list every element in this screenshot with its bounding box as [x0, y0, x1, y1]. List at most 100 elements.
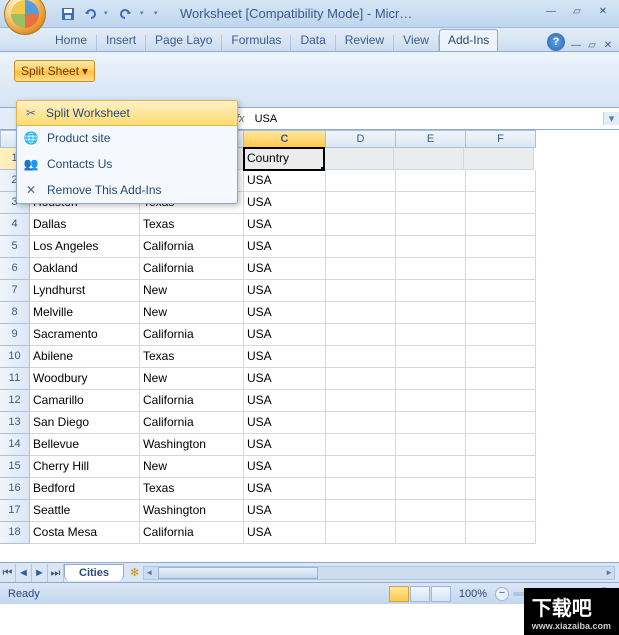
column-header-f[interactable]: F [466, 130, 536, 148]
cell[interactable] [466, 324, 536, 346]
cell[interactable]: Sacramento [30, 324, 140, 346]
cell[interactable]: California [140, 324, 244, 346]
cell[interactable]: New [140, 302, 244, 324]
cell[interactable]: California [140, 412, 244, 434]
cell[interactable]: USA [244, 412, 326, 434]
cell[interactable]: Washington [140, 500, 244, 522]
workbook-restore-button[interactable]: ▱ [585, 40, 599, 51]
tab-home[interactable]: Home [46, 29, 96, 51]
row-header[interactable]: 11 [0, 368, 30, 390]
cell[interactable] [396, 214, 466, 236]
cell[interactable]: Bedford [30, 478, 140, 500]
tab-add-ins[interactable]: Add-Ins [439, 29, 498, 51]
cell[interactable] [396, 170, 466, 192]
cell[interactable] [396, 390, 466, 412]
view-normal-icon[interactable] [389, 586, 409, 602]
row-header[interactable]: 7 [0, 280, 30, 302]
cell[interactable] [464, 148, 534, 170]
cell[interactable] [326, 412, 396, 434]
cell[interactable] [396, 368, 466, 390]
cell[interactable] [326, 280, 396, 302]
cell[interactable] [326, 478, 396, 500]
cell[interactable] [466, 236, 536, 258]
help-icon[interactable]: ? [547, 33, 565, 51]
cell[interactable]: USA [244, 170, 326, 192]
cell[interactable]: USA [244, 214, 326, 236]
zoom-percent[interactable]: 100% [459, 588, 487, 600]
new-sheet-icon[interactable]: ✻ [130, 566, 139, 579]
cell[interactable] [466, 390, 536, 412]
row-header[interactable]: 6 [0, 258, 30, 280]
menu-split-worksheet[interactable]: ✂Split Worksheet [16, 100, 238, 126]
cell[interactable]: Country [243, 147, 325, 171]
cell[interactable] [466, 280, 536, 302]
cell[interactable]: USA [244, 478, 326, 500]
cell[interactable] [396, 258, 466, 280]
cell[interactable] [466, 258, 536, 280]
cell[interactable] [326, 346, 396, 368]
cell[interactable]: Oakland [30, 258, 140, 280]
cell[interactable] [466, 214, 536, 236]
cell[interactable]: Washington [140, 434, 244, 456]
cell[interactable]: San Diego [30, 412, 140, 434]
cell[interactable]: Texas [140, 346, 244, 368]
cell[interactable] [396, 236, 466, 258]
save-icon[interactable] [60, 6, 76, 22]
cell[interactable]: USA [244, 500, 326, 522]
cell[interactable] [326, 258, 396, 280]
row-header[interactable]: 8 [0, 302, 30, 324]
cell[interactable] [326, 500, 396, 522]
cell[interactable]: USA [244, 390, 326, 412]
cell[interactable] [396, 324, 466, 346]
cell[interactable]: USA [244, 192, 326, 214]
tab-data[interactable]: Data [291, 29, 334, 51]
sheet-next-icon[interactable]: ► [32, 564, 48, 582]
workbook-close-button[interactable]: ✕ [601, 40, 615, 51]
cell[interactable]: California [140, 236, 244, 258]
menu-product-site[interactable]: 🌐Product site [17, 125, 237, 151]
cell[interactable]: USA [244, 258, 326, 280]
cell[interactable]: Cherry Hill [30, 456, 140, 478]
cell[interactable] [396, 434, 466, 456]
row-header[interactable]: 15 [0, 456, 30, 478]
cell[interactable] [326, 390, 396, 412]
cell[interactable]: USA [244, 368, 326, 390]
close-button[interactable]: ✕ [591, 6, 615, 22]
row-header[interactable]: 18 [0, 522, 30, 544]
row-header[interactable]: 9 [0, 324, 30, 346]
column-header-d[interactable]: D [326, 130, 396, 148]
cell[interactable]: Abilene [30, 346, 140, 368]
cell[interactable] [466, 456, 536, 478]
cell[interactable] [396, 522, 466, 544]
cell[interactable] [466, 478, 536, 500]
cell[interactable] [326, 368, 396, 390]
cell[interactable] [396, 412, 466, 434]
cell[interactable] [466, 302, 536, 324]
horizontal-scrollbar[interactable] [139, 564, 619, 582]
cell[interactable]: Seattle [30, 500, 140, 522]
row-header[interactable]: 17 [0, 500, 30, 522]
cell[interactable] [466, 368, 536, 390]
cell[interactable]: Lyndhurst [30, 280, 140, 302]
cell[interactable]: Bellevue [30, 434, 140, 456]
cell[interactable] [326, 214, 396, 236]
cell[interactable] [394, 148, 464, 170]
cell[interactable] [466, 192, 536, 214]
cell[interactable]: Los Angeles [30, 236, 140, 258]
tab-page-layo[interactable]: Page Layo [146, 29, 221, 51]
column-header-c[interactable]: C [244, 130, 326, 148]
tab-review[interactable]: Review [336, 29, 393, 51]
cell[interactable] [396, 280, 466, 302]
menu-remove-this-add-ins[interactable]: ✕Remove This Add-Ins [17, 177, 237, 203]
view-page-break-icon[interactable] [431, 586, 451, 602]
cell[interactable] [326, 324, 396, 346]
zoom-out-button[interactable]: − [495, 587, 509, 601]
menu-contacts-us[interactable]: 👥Contacts Us [17, 151, 237, 177]
row-header[interactable]: 13 [0, 412, 30, 434]
cell[interactable]: California [140, 258, 244, 280]
cell[interactable]: Camarillo [30, 390, 140, 412]
cell[interactable]: USA [244, 456, 326, 478]
cell[interactable] [396, 500, 466, 522]
tab-insert[interactable]: Insert [97, 29, 145, 51]
cell[interactable] [396, 346, 466, 368]
